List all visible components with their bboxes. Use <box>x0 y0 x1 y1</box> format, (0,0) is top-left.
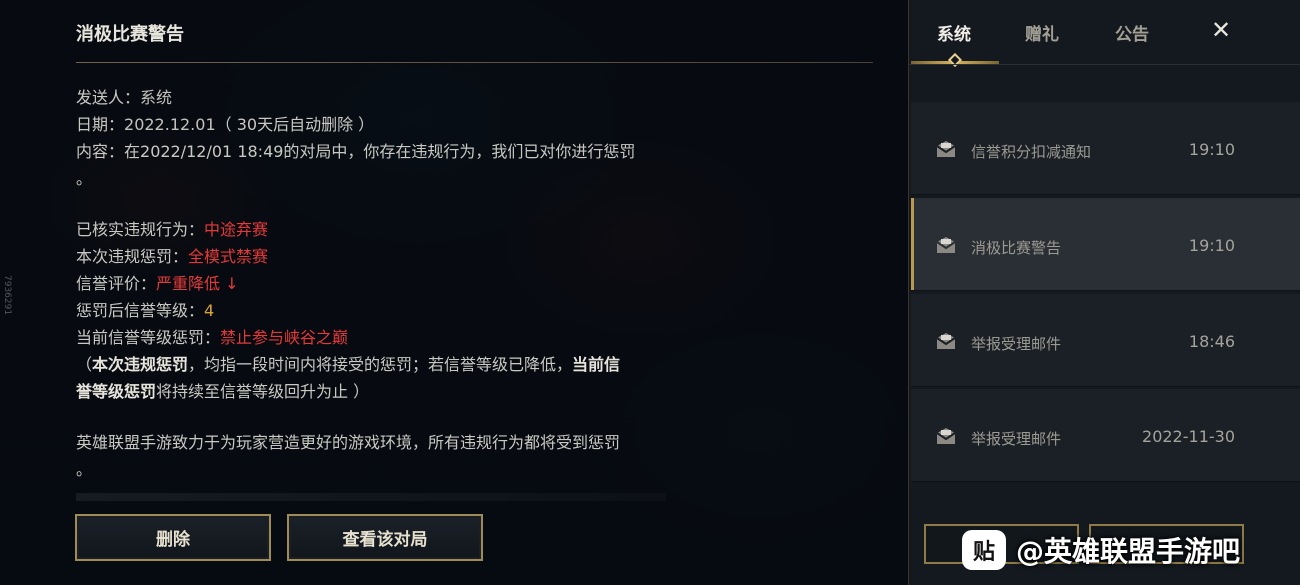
credit-eval-value: 严重降低 ↓ <box>156 274 239 293</box>
content-line: 内容：在2022/12/01 18:49的对局中，你存在违规行为，我们已对你进行… <box>76 138 676 165</box>
mail-tabs: 系统 赠礼 公告 ✕ <box>909 0 1300 68</box>
note-bold-2b: 誉等级惩罚 <box>76 382 157 401</box>
envelope-icon <box>936 141 956 157</box>
note-line-2: 誉等级惩罚将持续至信誉等级回升为止 ） <box>76 378 676 405</box>
tab-system[interactable]: 系统 <box>937 20 971 45</box>
mail-item-title: 消极比赛警告 <box>971 239 1062 257</box>
selected-bar <box>911 198 914 290</box>
credit-level-label: 惩罚后信誉等级： <box>76 301 205 320</box>
view-match-button[interactable]: 查看该对局 <box>287 514 483 561</box>
sender-value: 系统 <box>140 88 173 107</box>
mail-item-title: 举报受理邮件 <box>971 335 1062 353</box>
date-note: （ 30天后自动删除 ） <box>215 115 375 134</box>
verified-violation-line: 已核实违规行为：中途弃赛 <box>76 216 676 243</box>
credit-eval-label: 信誉评价： <box>76 274 157 293</box>
mail-title: 消极比赛警告 <box>76 24 184 45</box>
current-penalty-line: 当前信誉等级惩罚：禁止参与峡谷之巅 <box>76 324 676 351</box>
verified-label: 已核实违规行为： <box>76 220 205 239</box>
note-line-1: （本次违规惩罚，均指一段时间内将接受的惩罚；若信誉等级已降低，当前信 <box>76 351 676 378</box>
envelope-icon <box>936 237 956 253</box>
mail-item-title: 举报受理邮件 <box>971 430 1062 448</box>
note-end: 将持续至信誉等级回升为止 ） <box>156 382 370 401</box>
mail-list-item[interactable]: 举报受理邮件 18:46 <box>911 294 1300 387</box>
tieba-watermark: 贴 @英雄联盟手游吧 <box>962 528 1240 572</box>
scroll-fade <box>76 493 666 501</box>
watermark-text: @英雄联盟手游吧 <box>1016 535 1241 568</box>
credit-level-value: 4 <box>204 301 215 320</box>
envelope-icon <box>936 333 956 349</box>
credit-eval-line: 信誉评价：严重降低 ↓ <box>76 270 676 297</box>
sender-line: 发送人：系统 <box>76 84 676 111</box>
closing-line: 英雄联盟手游致力于为玩家营造更好的游戏环境，所有违规行为都将受到惩罚 <box>76 433 621 452</box>
tab-gift[interactable]: 赠礼 <box>1025 20 1059 45</box>
mail-item-time: 2022-11-30 <box>1142 427 1235 446</box>
delete-button[interactable]: 删除 <box>75 514 271 561</box>
tieba-logo-icon: 贴 <box>962 530 1006 570</box>
penalty-label: 本次违规惩罚： <box>76 247 189 266</box>
mail-item-title: 信誉积分扣减通知 <box>971 143 1092 161</box>
content-text: 在2022/12/01 18:49的对局中，你存在违规行为，我们已对你进行惩罚 <box>124 142 636 161</box>
mail-item-time: 19:10 <box>1188 236 1235 255</box>
note-open: （ <box>76 355 93 374</box>
current-penalty-value: 禁止参与峡谷之巅 <box>220 328 349 347</box>
tab-notice[interactable]: 公告 <box>1115 20 1149 45</box>
credit-level-line: 惩罚后信誉等级：4 <box>76 297 676 324</box>
tabs-divider <box>909 64 1300 65</box>
mail-list-panel: 系统 赠礼 公告 ✕ 信誉积分扣减通知 19:10 消极比赛警告 19:10 举… <box>908 0 1300 585</box>
closing-line-cont: 。 <box>76 460 93 479</box>
note-bold-1: 本次违规惩罚 <box>92 355 189 374</box>
content-label: 内容： <box>76 142 125 161</box>
penalty-value: 全模式禁赛 <box>188 247 269 266</box>
date-label: 日期： <box>76 115 125 134</box>
mail-body: 发送人：系统 日期：2022.12.01（ 30天后自动删除 ） 内容：在202… <box>76 84 676 483</box>
side-id-watermark: 7936291 <box>2 275 12 316</box>
mail-list-item[interactable]: 举报受理邮件 2022-11-30 <box>911 389 1300 482</box>
close-icon[interactable]: ✕ <box>1211 16 1231 44</box>
penalty-line: 本次违规惩罚：全模式禁赛 <box>76 243 676 270</box>
mail-list-item[interactable]: 信誉积分扣减通知 19:10 <box>911 102 1300 195</box>
date-value: 2022.12.01 <box>124 115 216 134</box>
sender-label: 发送人： <box>76 88 141 107</box>
title-divider <box>76 62 873 63</box>
verified-value: 中途弃赛 <box>204 220 269 239</box>
mail-list-item-selected[interactable]: 消极比赛警告 19:10 <box>911 198 1300 291</box>
envelope-icon <box>936 428 956 444</box>
content-line-cont: 。 <box>76 169 93 188</box>
note-bold-2a: 当前信 <box>572 355 621 374</box>
note-mid: ，均指一段时间内将接受的惩罚；若信誉等级已降低， <box>188 355 573 374</box>
date-line: 日期：2022.12.01（ 30天后自动删除 ） <box>76 111 676 138</box>
mail-item-time: 19:10 <box>1188 140 1235 159</box>
mail-item-time: 18:46 <box>1188 332 1235 351</box>
current-penalty-label: 当前信誉等级惩罚： <box>76 328 221 347</box>
mail-detail-pane: 7936291 消极比赛警告 发送人：系统 日期：2022.12.01（ 30天… <box>0 0 908 585</box>
